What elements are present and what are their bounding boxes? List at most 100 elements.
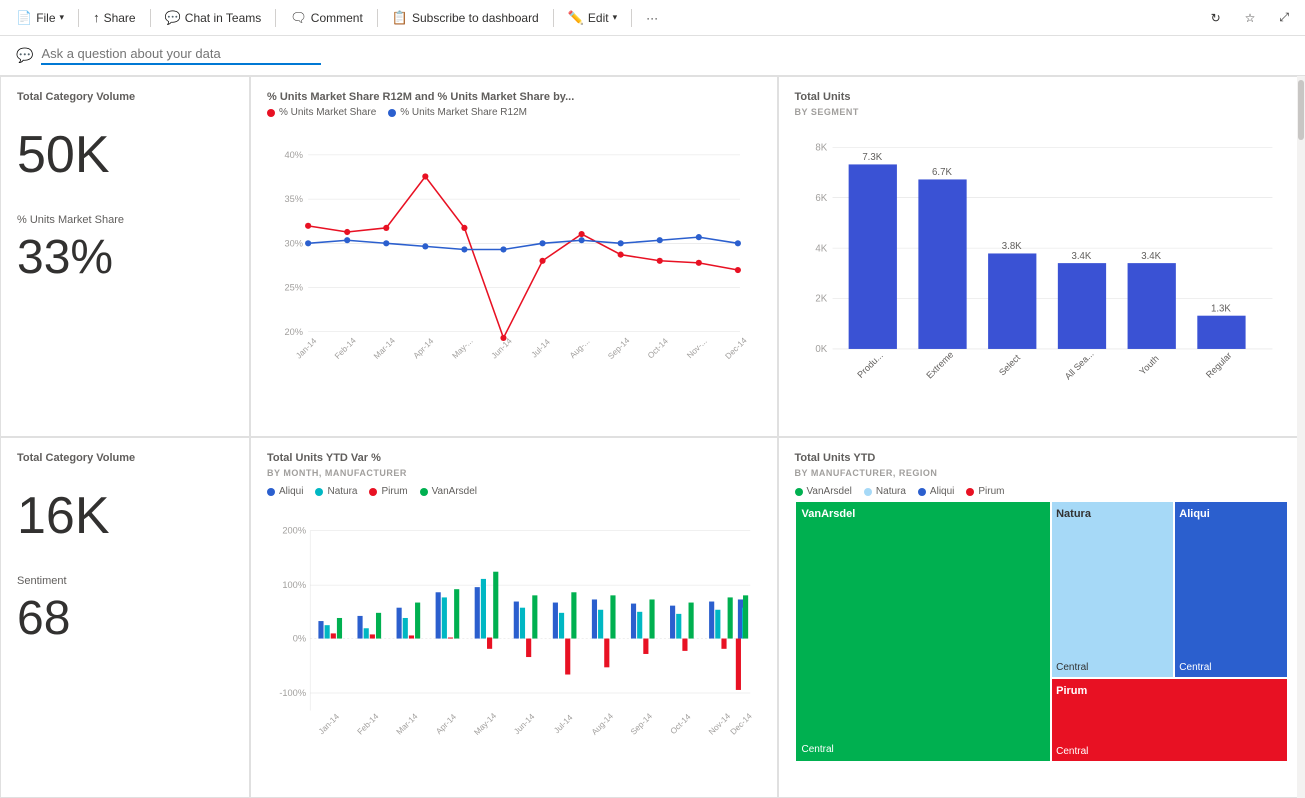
scrollbar[interactable] bbox=[1297, 76, 1305, 798]
file-menu[interactable]: 📄 File ▾ bbox=[8, 6, 72, 30]
svg-text:Nov-14: Nov-14 bbox=[707, 711, 732, 736]
svg-text:Feb-14: Feb-14 bbox=[356, 711, 381, 736]
legend-label-vanarsdel: VanArsdel bbox=[432, 486, 477, 497]
line-chart-title: % Units Market Share R12M and % Units Ma… bbox=[267, 91, 761, 103]
edit-button[interactable]: ✏️ Edit ▾ bbox=[560, 6, 625, 30]
svg-text:All Sea...: All Sea... bbox=[1062, 349, 1095, 382]
qa-bar: 💬 bbox=[0, 36, 1305, 76]
legend-label-vanarsdel-t: VanArsdel bbox=[807, 486, 852, 497]
kpi1-title: Total Category Volume bbox=[17, 91, 233, 103]
svg-text:4K: 4K bbox=[815, 243, 827, 254]
legend-dot-pirum-t bbox=[966, 488, 974, 496]
dot-blue-4 bbox=[461, 246, 467, 252]
group-jul bbox=[553, 592, 577, 674]
kpi2-title: % Units Market Share bbox=[17, 214, 233, 226]
comment-icon: 🗨 bbox=[290, 10, 307, 26]
svg-text:Sep-14: Sep-14 bbox=[606, 336, 631, 361]
grouped-bar-svg: 200% 100% 0% -100% bbox=[267, 501, 761, 766]
legend-dot-natura bbox=[315, 488, 323, 496]
svg-text:-100%: -100% bbox=[279, 688, 306, 698]
fullscreen-button[interactable]: ⤢ bbox=[1271, 6, 1297, 29]
svg-text:3.4K: 3.4K bbox=[1141, 251, 1161, 262]
dot-blue-6 bbox=[539, 240, 545, 246]
dot-red-7 bbox=[579, 231, 585, 237]
sep6 bbox=[631, 9, 632, 27]
svg-text:Dec-14: Dec-14 bbox=[729, 711, 754, 736]
svg-text:Aug-14: Aug-14 bbox=[590, 711, 615, 736]
svg-text:3.8K: 3.8K bbox=[1001, 241, 1021, 252]
sep2 bbox=[150, 9, 151, 27]
dot-blue-8 bbox=[618, 240, 624, 246]
chat-button[interactable]: 💬 Chat in Teams bbox=[157, 6, 270, 30]
svg-text:6K: 6K bbox=[815, 193, 827, 204]
bar-5 bbox=[1197, 316, 1245, 349]
legend-pirum-t: Pirum bbox=[966, 486, 1004, 497]
toolbar-right: ↻ ☆ ⤢ bbox=[1203, 6, 1297, 29]
legend-dot-red bbox=[267, 109, 275, 117]
legend-pirum: Pirum bbox=[369, 486, 407, 497]
kpi4-value: 68 bbox=[17, 591, 233, 646]
dot-blue-5 bbox=[500, 246, 506, 252]
svg-text:Sep-14: Sep-14 bbox=[629, 711, 654, 736]
grouped-bar-card: Total Units YTD Var % BY MONTH, MANUFACT… bbox=[250, 437, 778, 798]
svg-text:Extreme: Extreme bbox=[924, 350, 955, 381]
favorite-button[interactable]: ☆ bbox=[1237, 7, 1264, 29]
legend-dot-pirum bbox=[369, 488, 377, 496]
svg-text:0%: 0% bbox=[293, 634, 306, 644]
legend-dot-blue bbox=[388, 109, 396, 117]
legend-label-natura: Natura bbox=[327, 486, 357, 497]
bar-3 bbox=[1057, 263, 1105, 349]
svg-text:30%: 30% bbox=[284, 238, 303, 248]
sep4 bbox=[377, 9, 378, 27]
line-chart-card: % Units Market Share R12M and % Units Ma… bbox=[250, 76, 778, 437]
svg-text:Jun-14: Jun-14 bbox=[512, 712, 536, 736]
more-label: ··· bbox=[646, 11, 658, 25]
svg-text:1.3K: 1.3K bbox=[1210, 303, 1230, 314]
treemap-sub-aliqui: Central bbox=[1179, 662, 1211, 673]
svg-text:Select: Select bbox=[997, 352, 1022, 377]
treemap-sub-vanarsdel: Central bbox=[802, 744, 834, 755]
edit-label: Edit bbox=[588, 11, 609, 25]
dot-red-6 bbox=[539, 258, 545, 264]
star-icon: ☆ bbox=[1245, 11, 1256, 25]
edit-icon: ✏️ bbox=[568, 10, 584, 26]
treemap-label-pirum: Pirum bbox=[1056, 685, 1087, 697]
dot-blue-0 bbox=[305, 240, 311, 246]
treemap-top-right: Natura Central Aliqui Central bbox=[1051, 501, 1288, 678]
dot-blue-9 bbox=[657, 237, 663, 243]
svg-text:35%: 35% bbox=[284, 194, 303, 204]
more-button[interactable]: ··· bbox=[638, 7, 666, 29]
line-chart-legend: % Units Market Share % Units Market Shar… bbox=[267, 107, 761, 118]
bar-0 bbox=[848, 164, 896, 349]
grouped-bar-legend: Aliqui Natura Pirum VanArsdel bbox=[267, 486, 761, 497]
svg-text:Apr-14: Apr-14 bbox=[412, 336, 436, 360]
legend-red: % Units Market Share bbox=[267, 107, 376, 118]
scroll-thumb[interactable] bbox=[1298, 80, 1304, 140]
dot-red-0 bbox=[305, 223, 311, 229]
share-button[interactable]: ↑ Share bbox=[85, 6, 144, 29]
svg-text:2K: 2K bbox=[815, 294, 827, 305]
refresh-button[interactable]: ↻ bbox=[1203, 7, 1229, 29]
qa-input[interactable] bbox=[41, 46, 321, 65]
share-label: Share bbox=[104, 11, 136, 25]
svg-text:25%: 25% bbox=[284, 283, 303, 293]
line-chart-svg: 40% 35% 30% 25% 20% bbox=[267, 122, 761, 393]
file-icon: 📄 bbox=[16, 10, 32, 26]
legend-label-pirum: Pirum bbox=[381, 486, 407, 497]
bar-2 bbox=[988, 253, 1036, 348]
svg-text:May-...: May-... bbox=[451, 336, 475, 360]
comment-button[interactable]: 🗨 Comment bbox=[282, 6, 371, 30]
bar-chart-title: Total Units bbox=[795, 91, 1289, 103]
subscribe-button[interactable]: 📋 Subscribe to dashboard bbox=[384, 6, 547, 30]
legend-label-aliqui: Aliqui bbox=[279, 486, 303, 497]
legend-dot-aliqui bbox=[267, 488, 275, 496]
dot-blue-7 bbox=[579, 237, 585, 243]
kpi3-title: Total Category Volume bbox=[17, 452, 233, 464]
legend-label-aliqui-t: Aliqui bbox=[930, 486, 954, 497]
legend-label-natura-t: Natura bbox=[876, 486, 906, 497]
treemap-right: Natura Central Aliqui Central Pirum Cent… bbox=[1051, 501, 1288, 762]
group-nov bbox=[709, 597, 733, 648]
bar-4 bbox=[1127, 263, 1175, 349]
svg-text:Aug-...: Aug-... bbox=[568, 337, 591, 360]
legend-dot-natura-t bbox=[864, 488, 872, 496]
